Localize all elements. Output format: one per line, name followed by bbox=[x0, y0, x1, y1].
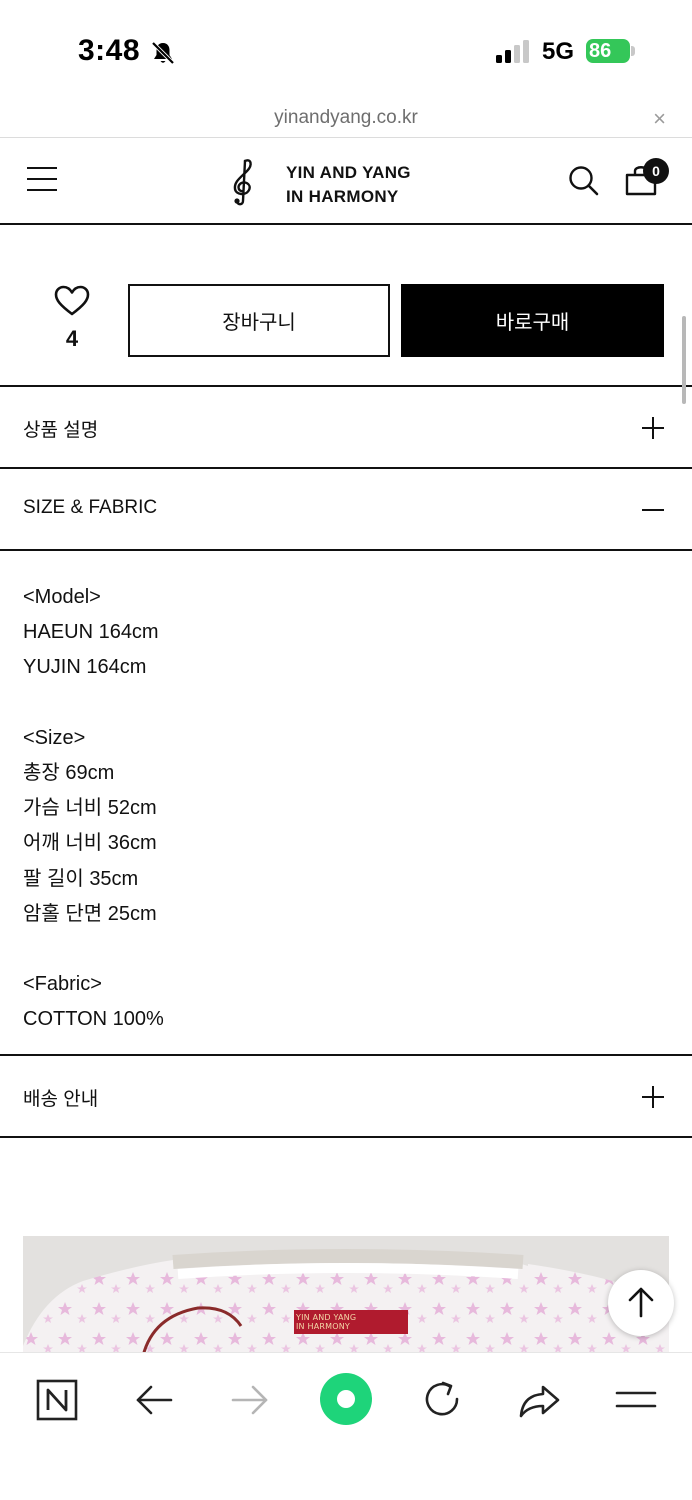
naver-n-icon[interactable] bbox=[32, 1375, 82, 1425]
add-to-cart-button[interactable]: 장바구니 bbox=[128, 284, 390, 357]
plus-icon[interactable] bbox=[642, 417, 664, 439]
browser-toolbar bbox=[0, 1352, 692, 1500]
url-text[interactable]: yinandyang.co.kr bbox=[0, 107, 692, 129]
product-image: YIN AND YANG IN HARMONY bbox=[23, 1236, 669, 1356]
signal-icon bbox=[496, 40, 532, 69]
accordion-bottom-border bbox=[0, 1136, 692, 1138]
accordion-divider bbox=[0, 549, 692, 551]
size-fabric-details: <Model> HAEUN 164cm YUJIN 164cm <Size> 총… bbox=[23, 580, 164, 1038]
minus-icon[interactable] bbox=[642, 499, 664, 521]
reload-icon[interactable] bbox=[417, 1375, 467, 1425]
size-line: 가슴 너비 52cm bbox=[23, 797, 157, 820]
close-icon[interactable]: × bbox=[653, 106, 666, 132]
search-icon[interactable] bbox=[568, 165, 600, 202]
model-line: HAEUN 164cm bbox=[23, 621, 159, 644]
scrollbar[interactable] bbox=[682, 316, 686, 404]
network-type: 5G bbox=[542, 38, 575, 65]
garment-label-line-2: IN HARMONY bbox=[296, 1322, 351, 1331]
size-line: 암홀 단면 25cm bbox=[23, 902, 157, 925]
cart-count-badge[interactable]: 0 bbox=[643, 158, 669, 184]
brand-line-2: IN HARMONY bbox=[286, 187, 399, 206]
status-time: 3:48 bbox=[78, 34, 141, 67]
fabric-heading: <Fabric> bbox=[23, 973, 102, 996]
size-line: 어깨 너비 36cm bbox=[23, 832, 157, 855]
site-header: YIN AND YANG IN HARMONY 0 bbox=[0, 139, 692, 225]
forward-arrow-icon[interactable] bbox=[225, 1375, 275, 1425]
model-heading: <Model> bbox=[23, 586, 101, 608]
like-button[interactable]: 4 bbox=[50, 284, 94, 354]
model-line: YUJIN 164cm bbox=[23, 656, 147, 679]
green-circle-icon[interactable] bbox=[318, 1371, 374, 1427]
status-bar: 3:48 5G 86 bbox=[0, 0, 692, 100]
garment-label: YIN AND YANG IN HARMONY bbox=[296, 1313, 406, 1331]
accordion-size-fabric[interactable]: SIZE & FABRIC bbox=[0, 467, 692, 550]
battery-level: 86 bbox=[589, 40, 612, 62]
accordion-size-fabric-label[interactable]: SIZE & FABRIC bbox=[23, 497, 157, 519]
plus-icon[interactable] bbox=[642, 1086, 664, 1108]
accordion-shipping-label[interactable]: 배송 안내 bbox=[23, 1084, 98, 1111]
url-bar[interactable]: yinandyang.co.kr × bbox=[0, 100, 692, 138]
battery-tip bbox=[631, 46, 635, 56]
menu-icon[interactable] bbox=[611, 1375, 661, 1425]
size-heading: <Size> bbox=[23, 726, 86, 749]
share-icon[interactable] bbox=[514, 1375, 564, 1425]
bell-slash-icon bbox=[150, 40, 176, 71]
like-count: 4 bbox=[65, 326, 79, 351]
buy-now-button[interactable]: 바로구매 bbox=[401, 284, 664, 357]
accordion-shipping[interactable]: 배송 안내 bbox=[0, 1054, 692, 1137]
heart-icon[interactable] bbox=[50, 284, 94, 323]
back-arrow-icon[interactable] bbox=[129, 1375, 179, 1425]
accordion-description-label[interactable]: 상품 설명 bbox=[23, 415, 98, 442]
arrow-up-icon[interactable] bbox=[608, 1270, 674, 1336]
size-line: 팔 길이 35cm bbox=[23, 867, 139, 890]
garment-label-line-1: YIN AND YANG bbox=[296, 1313, 357, 1322]
brand-name[interactable]: YIN AND YANG IN HARMONY bbox=[286, 161, 411, 209]
hamburger-icon[interactable] bbox=[27, 167, 57, 193]
scroll-to-top-button[interactable] bbox=[608, 1270, 674, 1336]
size-line: 총장 69cm bbox=[23, 762, 115, 784]
battery-indicator: 86 bbox=[586, 39, 630, 63]
fabric-line: COTTON 100% bbox=[23, 1008, 164, 1031]
brand-line-1: YIN AND YANG bbox=[286, 163, 411, 182]
treble-clef-logo[interactable] bbox=[226, 157, 260, 212]
accordion-description[interactable]: 상품 설명 bbox=[0, 385, 692, 468]
